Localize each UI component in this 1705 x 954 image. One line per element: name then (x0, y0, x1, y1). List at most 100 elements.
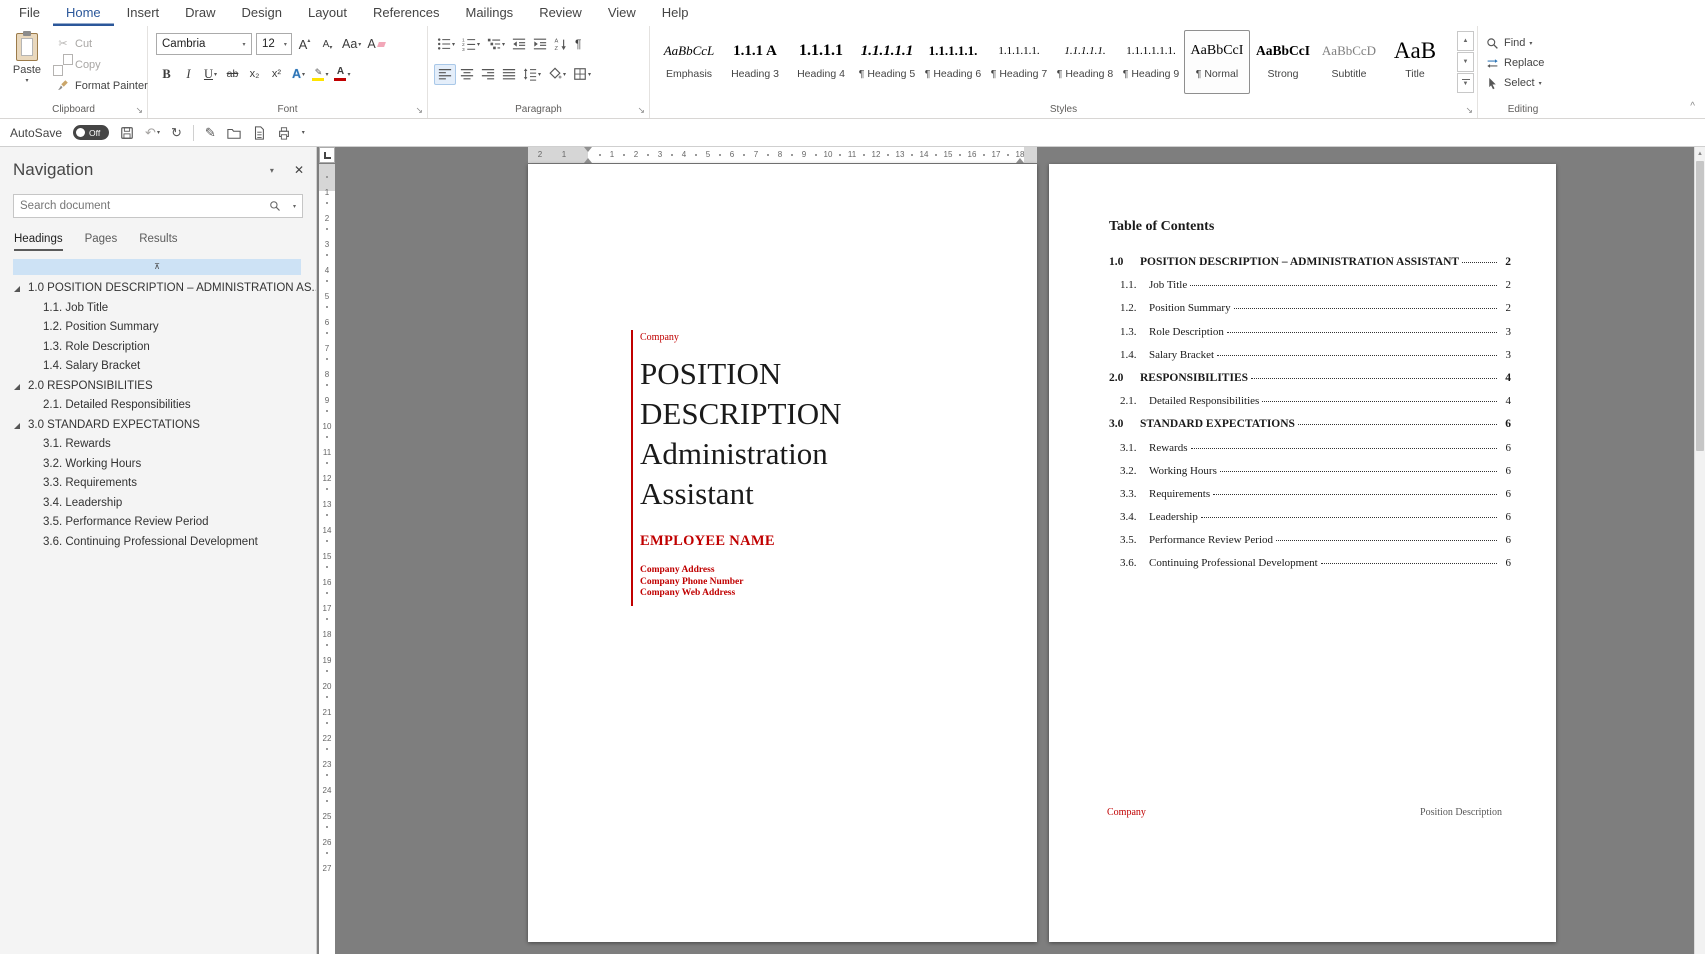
toc-entry[interactable]: 1.3.Role Description3 (1109, 326, 1511, 349)
nav-heading-item[interactable]: 1.0 POSITION DESCRIPTION – ADMINISTRATIO… (0, 279, 316, 299)
left-indent-marker[interactable] (584, 158, 592, 163)
redo-button[interactable]: ↻ (171, 125, 182, 141)
show-formatting-marks-button[interactable]: ¶ (572, 34, 584, 55)
underline-button[interactable]: U▾ (200, 64, 221, 85)
toc-entry[interactable]: 1.4.Salary Bracket3 (1109, 349, 1511, 372)
increase-indent-button[interactable] (530, 34, 550, 55)
borders-button[interactable]: ▾ (570, 64, 594, 85)
grow-font-button[interactable]: A▴ (294, 34, 315, 55)
toc-entry[interactable]: 3.4.Leadership6 (1109, 511, 1511, 534)
gallery-up-icon[interactable]: ▲ (1457, 31, 1474, 51)
copy-button[interactable]: Copy (52, 54, 152, 75)
change-case-button[interactable]: Aa▾ (340, 34, 363, 55)
toc-entry[interactable]: 1.0POSITION DESCRIPTION – ADMINISTRATION… (1109, 256, 1511, 279)
styles-dialog-launcher[interactable]: ↘ (1465, 105, 1473, 115)
replace-button[interactable]: Replace (1486, 54, 1544, 72)
bold-button[interactable]: B (156, 64, 177, 85)
font-size-combo[interactable]: 12▾ (256, 33, 292, 55)
nav-heading-item[interactable]: 3.5. Performance Review Period (0, 513, 316, 533)
clear-formatting-button[interactable]: A (365, 34, 386, 55)
style-item-4[interactable]: 1.1.1.1.1¶ Heading 5 (854, 30, 920, 94)
align-center-button[interactable] (457, 64, 477, 85)
style-item-2[interactable]: 1.1.1 AHeading 3 (722, 30, 788, 94)
navigation-options-icon[interactable]: ▾ (270, 166, 274, 175)
nav-current-selection[interactable]: ⊼ (13, 259, 301, 275)
nav-heading-item[interactable]: 1.3. Role Description (0, 338, 316, 358)
font-color-button[interactable]: A▾ (332, 64, 353, 85)
nav-heading-item[interactable]: 1.4. Salary Bracket (0, 357, 316, 377)
search-box[interactable]: ▾ (13, 194, 303, 218)
horizontal-ruler[interactable]: 21123456789101112131415161718 (528, 147, 1037, 163)
sort-button[interactable]: AZ (551, 34, 571, 55)
scroll-up-icon[interactable]: ▲ (1695, 148, 1705, 160)
ribbon-tab-design[interactable]: Design (229, 0, 295, 26)
toc-entry[interactable]: 3.0STANDARD EXPECTATIONS6 (1109, 418, 1511, 441)
format-painter-button[interactable]: Format Painter (52, 75, 152, 96)
chevron-down-icon[interactable]: ▾ (347, 71, 350, 78)
nav-heading-item[interactable]: 3.6. Continuing Professional Development (0, 533, 316, 553)
style-item-9[interactable]: AaBbCcI¶ Normal (1184, 30, 1250, 94)
gallery-down-icon[interactable]: ▼ (1457, 52, 1474, 72)
toc-entry[interactable]: 3.1.Rewards6 (1109, 442, 1511, 465)
vertical-scrollbar[interactable]: ▲ (1694, 147, 1705, 954)
subscript-button[interactable]: x₂ (244, 64, 265, 85)
toc-entry[interactable]: 1.1.Job Title2 (1109, 279, 1511, 302)
chevron-down-icon[interactable]: ▾ (302, 71, 305, 78)
undo-button[interactable]: ↶▾ (145, 125, 160, 141)
clipboard-dialog-launcher[interactable]: ↘ (135, 105, 143, 115)
document-canvas[interactable]: 21123456789101112131415161718 Company PO… (337, 147, 1694, 954)
chevron-down-icon[interactable]: ▾ (325, 71, 328, 78)
nav-heading-item[interactable]: 2.0 RESPONSIBILITIES (0, 377, 316, 397)
draw-button[interactable]: ✎ (205, 125, 216, 141)
navigation-close-icon[interactable]: ✕ (294, 163, 304, 177)
numbering-button[interactable]: 123▾ (459, 34, 483, 55)
select-button[interactable]: Select▾ (1486, 74, 1542, 92)
toc-entry[interactable]: 3.6.Continuing Professional Development6 (1109, 557, 1511, 580)
style-item-6[interactable]: 1.1.1.1.1.¶ Heading 7 (986, 30, 1052, 94)
open-button[interactable] (227, 126, 241, 140)
font-name-combo[interactable]: Cambria▾ (156, 33, 252, 55)
decrease-indent-button[interactable] (509, 34, 529, 55)
style-item-8[interactable]: 1.1.1.1.1.1.¶ Heading 9 (1118, 30, 1184, 94)
paste-button[interactable]: Paste ▾ (5, 31, 49, 99)
style-item-5[interactable]: 1.1.1.1.1.¶ Heading 6 (920, 30, 986, 94)
nav-heading-item[interactable]: 1.1. Job Title (0, 299, 316, 319)
italic-button[interactable]: I (178, 64, 199, 85)
print-button[interactable] (277, 126, 291, 140)
cut-button[interactable]: ✂Cut (52, 33, 152, 54)
shrink-font-button[interactable]: A▾ (317, 34, 338, 55)
gallery-more-icon[interactable]: ▼ (1457, 73, 1474, 93)
customize-toolbar-button[interactable]: ▾ (302, 129, 305, 136)
ribbon-tab-review[interactable]: Review (526, 0, 595, 26)
ribbon-tab-layout[interactable]: Layout (295, 0, 360, 26)
collapse-ribbon-icon[interactable]: ^ (1690, 101, 1695, 112)
first-line-indent-marker[interactable] (584, 147, 592, 152)
text-effects-button[interactable]: A▾ (288, 64, 309, 85)
shading-button[interactable]: ▾ (545, 64, 569, 85)
toc-entry[interactable]: 3.5.Performance Review Period6 (1109, 534, 1511, 557)
ribbon-tab-view[interactable]: View (595, 0, 649, 26)
expand-collapse-icon[interactable] (14, 286, 20, 292)
new-document-button[interactable] (252, 126, 266, 140)
bullets-button[interactable]: ▾ (434, 34, 458, 55)
superscript-button[interactable]: x² (266, 64, 287, 85)
toc-entry[interactable]: 2.0RESPONSIBILITIES4 (1109, 372, 1511, 395)
align-left-button[interactable] (434, 64, 456, 85)
ribbon-tab-home[interactable]: Home (53, 0, 114, 26)
ribbon-tab-draw[interactable]: Draw (172, 0, 228, 26)
nav-heading-item[interactable]: 3.2. Working Hours (0, 455, 316, 475)
expand-collapse-icon[interactable] (14, 423, 20, 429)
nav-heading-item[interactable]: 2.1. Detailed Responsibilities (0, 396, 316, 416)
nav-heading-item[interactable]: 3.1. Rewards (0, 435, 316, 455)
nav-heading-item[interactable]: 3.3. Requirements (0, 474, 316, 494)
align-right-button[interactable] (478, 64, 498, 85)
chevron-down-icon[interactable]: ▾ (237, 34, 251, 54)
toc-entry[interactable]: 1.2.Position Summary2 (1109, 302, 1511, 325)
expand-collapse-icon[interactable] (14, 384, 20, 390)
ribbon-tab-mailings[interactable]: Mailings (453, 0, 527, 26)
paragraph-dialog-launcher[interactable]: ↘ (637, 105, 645, 115)
ribbon-tab-file[interactable]: File (6, 0, 53, 26)
nav-tab-pages[interactable]: Pages (85, 233, 118, 251)
nav-heading-item[interactable]: 1.2. Position Summary (0, 318, 316, 338)
chevron-down-icon[interactable]: ▾ (280, 34, 291, 54)
